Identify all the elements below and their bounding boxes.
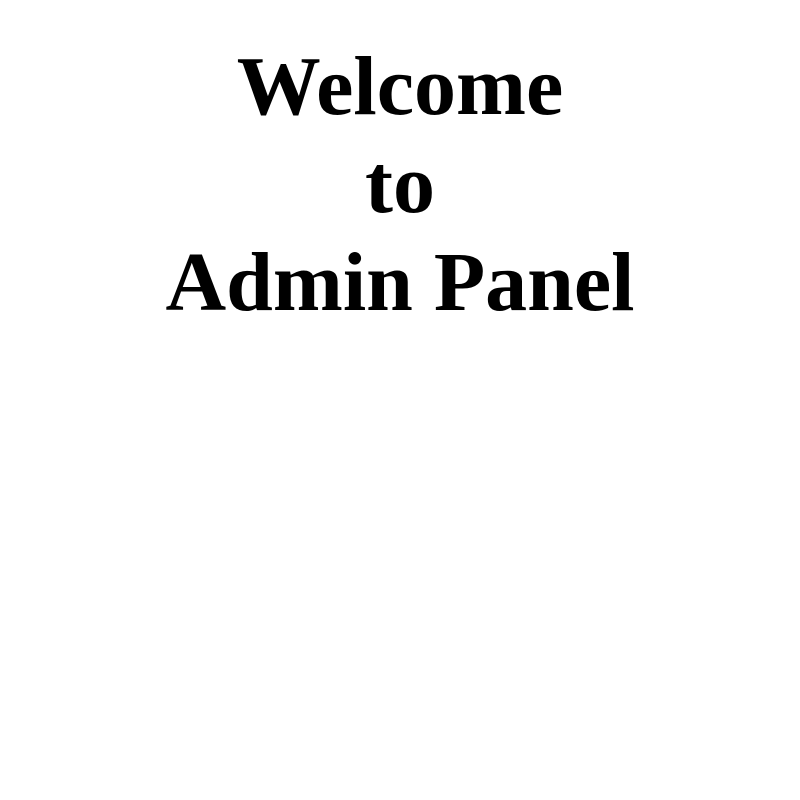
heading-line-to: to (365, 138, 435, 231)
heading-line-admin-panel: Admin Panel (165, 236, 635, 329)
heading-line-welcome: Welcome (236, 40, 564, 133)
admin-welcome-page: Welcome to Admin Panel (0, 0, 800, 800)
welcome-heading: Welcome to Admin Panel (0, 38, 800, 332)
